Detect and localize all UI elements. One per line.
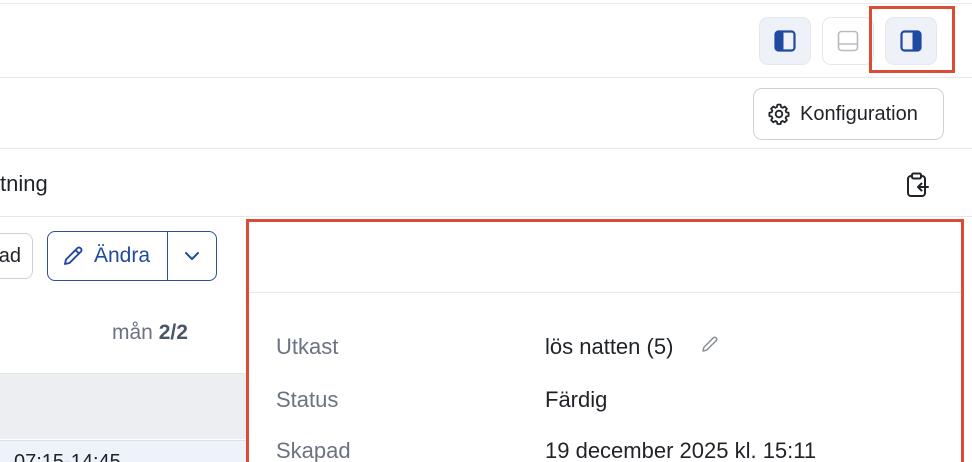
- chevron-down-icon: [185, 252, 199, 260]
- configuration-button-label: Konfiguration: [800, 102, 918, 125]
- edit-button-label: Ändra: [94, 244, 151, 267]
- detail-panel-divider: [249, 292, 961, 293]
- section-heading-row: [0, 149, 972, 217]
- layout-bottom-panel-button[interactable]: [822, 17, 874, 65]
- period-indicator: mån 2/2: [112, 321, 188, 345]
- pencil-icon: [64, 246, 83, 265]
- list-item-time: 07:15-14:45: [14, 451, 121, 462]
- partial-button-label: ad: [0, 244, 21, 267]
- pencil-icon[interactable]: [700, 334, 720, 354]
- edit-button[interactable]: Ändra: [48, 232, 167, 280]
- edit-split-button[interactable]: Ändra: [47, 231, 217, 281]
- highlight-frame-top: [869, 6, 955, 73]
- field-value-draft: lös natten (5): [545, 334, 674, 359]
- layout-left-panel-button[interactable]: [759, 17, 811, 65]
- period-value: 2/2: [158, 321, 188, 344]
- configuration-button[interactable]: Konfiguration: [753, 88, 944, 140]
- period-prefix: mån: [112, 321, 153, 344]
- top-divider: [0, 3, 972, 4]
- panel-left-icon: [774, 30, 796, 52]
- gear-icon: [768, 103, 790, 125]
- edit-dropdown-toggle[interactable]: [168, 232, 216, 280]
- list-item[interactable]: 07:15-14:45: [0, 440, 246, 462]
- clipboard-export-icon[interactable]: [904, 171, 932, 199]
- field-value-created: 19 december 2025 kl. 15:11: [545, 438, 817, 462]
- list-header: [0, 373, 246, 439]
- section-heading: tning: [0, 171, 48, 196]
- field-label-status: Status: [276, 387, 339, 412]
- partial-button[interactable]: ad: [0, 233, 33, 279]
- field-label-created: Skapad: [276, 438, 351, 462]
- field-value-status: Färdig: [545, 387, 608, 412]
- field-label-draft: Utkast: [276, 334, 339, 359]
- panel-bottom-icon: [837, 30, 859, 52]
